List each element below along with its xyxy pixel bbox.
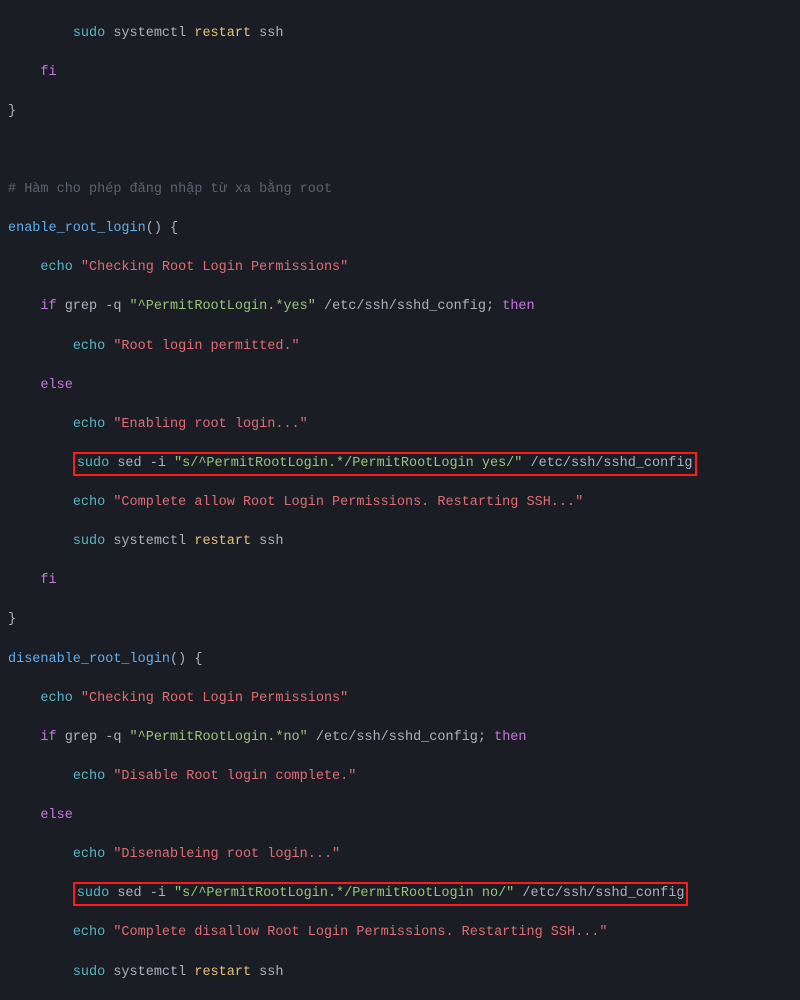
- token-string: "^PermitRootLogin.*no": [130, 730, 308, 745]
- code-line: echo "Root login permitted.": [0, 337, 800, 357]
- token-func: enable_root_login: [8, 221, 146, 236]
- token-brace: }: [8, 104, 16, 119]
- token-func: disenable_root_login: [8, 652, 170, 667]
- token-echo: echo: [73, 417, 105, 432]
- token-echo: echo: [73, 847, 105, 862]
- token-rest: () {: [170, 652, 202, 667]
- token-string: "Checking Root Login Permissions": [73, 691, 348, 706]
- code-line: }: [0, 610, 800, 630]
- token-restart: restart: [194, 534, 251, 549]
- token-fi: fi: [40, 65, 56, 80]
- code-line: }: [0, 102, 800, 122]
- token-string: "Root login permitted.": [105, 339, 299, 354]
- token-string: "Complete disallow Root Login Permission…: [105, 925, 607, 940]
- token-if: if: [40, 299, 56, 314]
- token-path: /etc/ssh/sshd_config: [308, 730, 478, 745]
- code-line: else: [0, 376, 800, 396]
- highlight-box: sudo sed -i "s/^PermitRootLogin.*/Permit…: [73, 452, 697, 476]
- token-echo: echo: [73, 339, 105, 354]
- token-then: then: [502, 299, 534, 314]
- token-string: "Complete allow Root Login Permissions. …: [105, 495, 583, 510]
- code-line: fi: [0, 571, 800, 591]
- token-cmd: systemctl: [105, 534, 194, 549]
- token-cmd: systemctl: [105, 965, 194, 980]
- code-block: sudo systemctl restart ssh fi } # Hàm ch…: [0, 0, 800, 1000]
- code-line: disenable_root_login() {: [0, 650, 800, 670]
- token-path: /etc/ssh/sshd_config: [514, 886, 684, 901]
- token-fi: fi: [40, 573, 56, 588]
- code-line: sudo sed -i "s/^PermitRootLogin.*/Permit…: [0, 454, 800, 474]
- token-string: "Checking Root Login Permissions": [73, 260, 348, 275]
- code-line: else: [0, 806, 800, 826]
- token-rest: () {: [146, 221, 178, 236]
- token-echo: echo: [40, 691, 72, 706]
- token-sudo: sudo: [77, 456, 109, 471]
- token-string: "Enabling root login...": [105, 417, 308, 432]
- token-ssh: ssh: [251, 26, 283, 41]
- code-line: sudo systemctl restart ssh: [0, 24, 800, 44]
- token-cmd: systemctl: [105, 26, 194, 41]
- token-sudo: sudo: [77, 886, 109, 901]
- code-line: echo "Checking Root Login Permissions": [0, 258, 800, 278]
- token-echo: echo: [73, 495, 105, 510]
- token-sudo: sudo: [73, 965, 105, 980]
- token-string: "s/^PermitRootLogin.*/PermitRootLogin no…: [174, 886, 514, 901]
- code-line: sudo systemctl restart ssh: [0, 532, 800, 552]
- code-line: sudo sed -i "s/^PermitRootLogin.*/Permit…: [0, 884, 800, 904]
- token-restart: restart: [194, 26, 251, 41]
- code-line: echo "Disenableing root login...": [0, 845, 800, 865]
- code-line: echo "Complete disallow Root Login Permi…: [0, 923, 800, 943]
- code-line: # Hàm cho phép đăng nhập từ xa bằng root: [0, 180, 800, 200]
- code-line: echo "Checking Root Login Permissions": [0, 689, 800, 709]
- token-echo: echo: [73, 925, 105, 940]
- token-path: /etc/ssh/sshd_config: [316, 299, 486, 314]
- token-path: /etc/ssh/sshd_config: [522, 456, 692, 471]
- token-if: if: [40, 730, 56, 745]
- token-grep: grep -q: [57, 730, 130, 745]
- code-line: sudo systemctl restart ssh: [0, 963, 800, 983]
- token-echo: echo: [40, 260, 72, 275]
- token-restart: restart: [194, 965, 251, 980]
- token-sed: sed -i: [109, 886, 174, 901]
- code-line: if grep -q "^PermitRootLogin.*yes" /etc/…: [0, 297, 800, 317]
- token-semi: ;: [486, 299, 502, 314]
- token-else: else: [40, 378, 72, 393]
- token-sudo: sudo: [73, 534, 105, 549]
- code-line: echo "Disable Root login complete.": [0, 767, 800, 787]
- token-string: "s/^PermitRootLogin.*/PermitRootLogin ye…: [174, 456, 522, 471]
- token-grep: grep -q: [57, 299, 130, 314]
- code-line: enable_root_login() {: [0, 219, 800, 239]
- token-ssh: ssh: [251, 965, 283, 980]
- token-ssh: ssh: [251, 534, 283, 549]
- code-line: echo "Enabling root login...": [0, 415, 800, 435]
- token-string: "^PermitRootLogin.*yes": [130, 299, 316, 314]
- code-line: [0, 141, 800, 161]
- token-string: "Disable Root login complete.": [105, 769, 356, 784]
- code-line: echo "Complete allow Root Login Permissi…: [0, 493, 800, 513]
- token-comment: # Hàm cho phép đăng nhập từ xa bằng root: [8, 182, 332, 197]
- token-echo: echo: [73, 769, 105, 784]
- code-line: if grep -q "^PermitRootLogin.*no" /etc/s…: [0, 728, 800, 748]
- highlight-box: sudo sed -i "s/^PermitRootLogin.*/Permit…: [73, 882, 689, 906]
- token-then: then: [494, 730, 526, 745]
- token-sed: sed -i: [109, 456, 174, 471]
- token-brace: }: [8, 612, 16, 627]
- token-sudo: sudo: [73, 26, 105, 41]
- code-line: fi: [0, 63, 800, 83]
- token-semi: ;: [478, 730, 494, 745]
- token-string: "Disenableing root login...": [105, 847, 340, 862]
- token-else: else: [40, 808, 72, 823]
